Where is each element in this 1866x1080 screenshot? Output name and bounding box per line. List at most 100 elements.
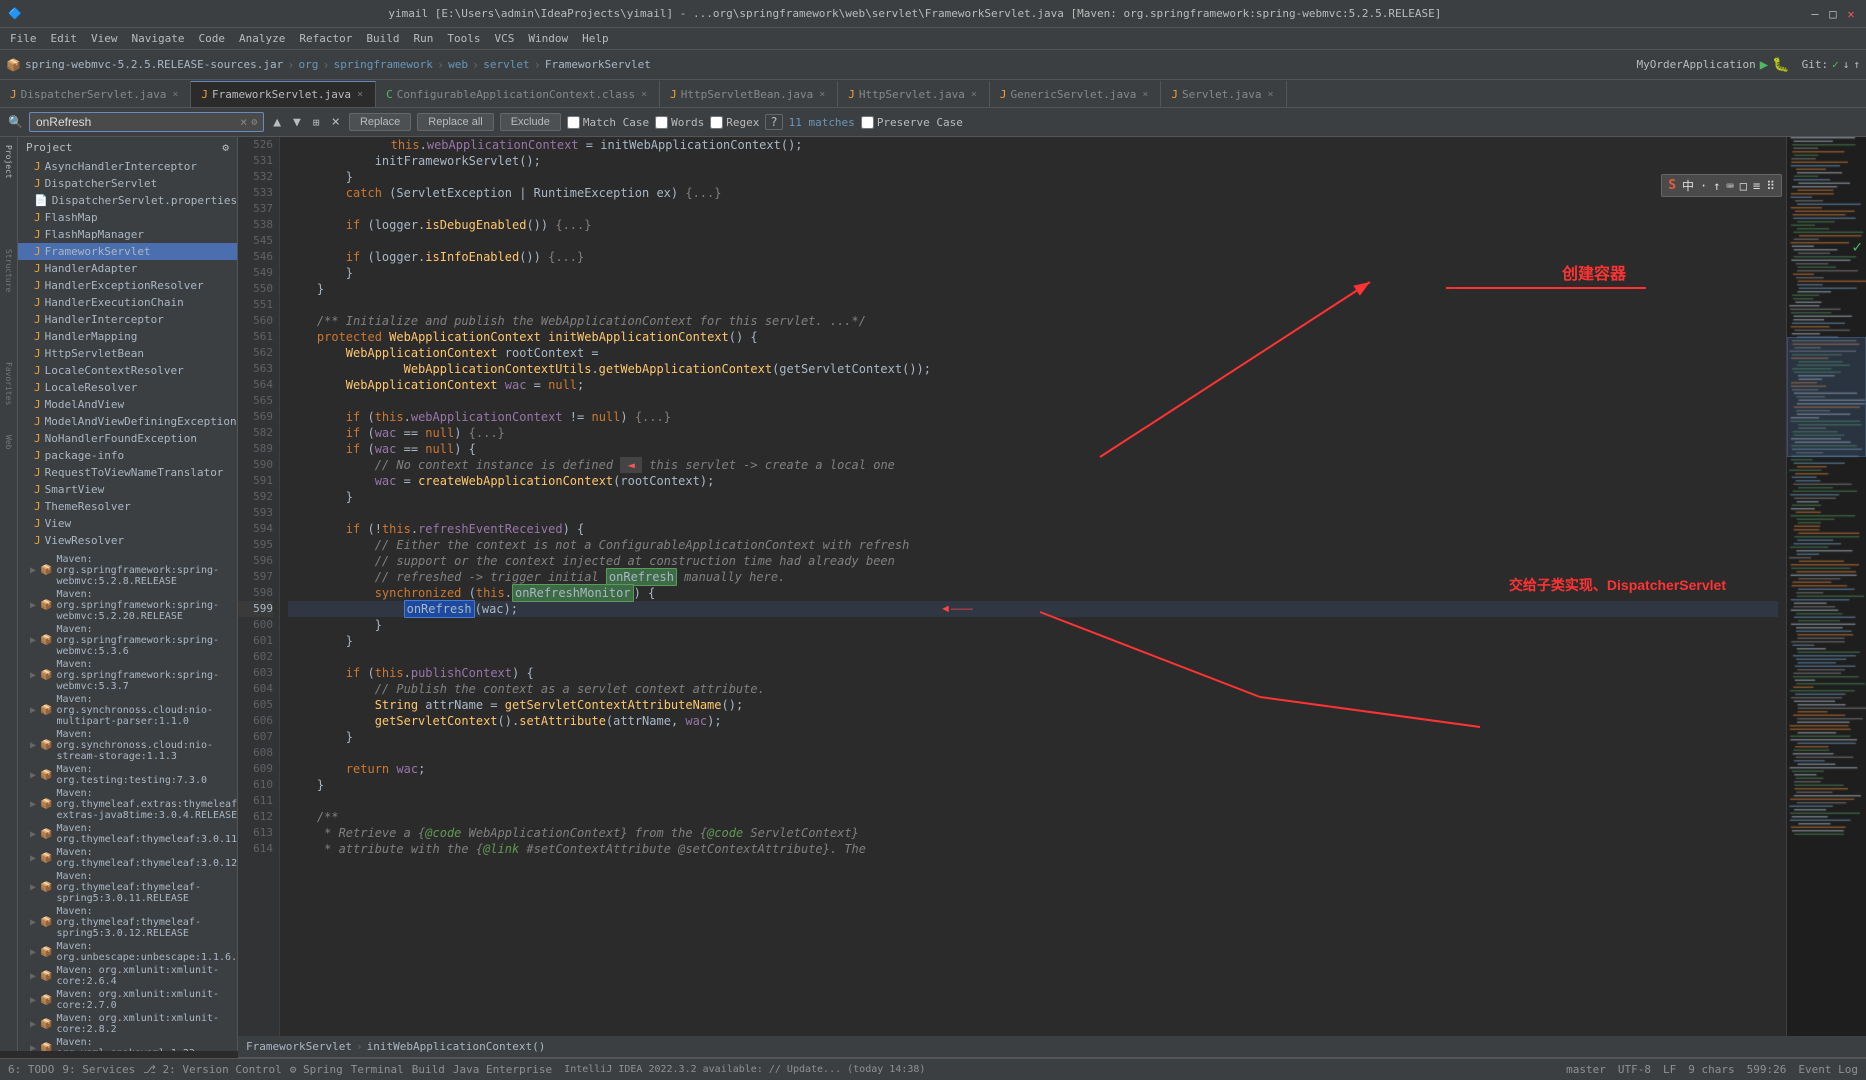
maven-xmlunit-270[interactable]: ▶ 📦 Maven: org.xmlunit:xmlunit-core:2.7.… [18, 988, 237, 1012]
status-services[interactable]: 9: Services [62, 1063, 135, 1076]
sidebar-item-view[interactable]: J View [18, 515, 237, 532]
ime-mode[interactable]: 中 [1682, 177, 1694, 194]
menu-run[interactable]: Run [407, 30, 439, 47]
sidebar-item-flashmapmanager[interactable]: J FlashMapManager [18, 226, 237, 243]
search-help-button[interactable]: ? [765, 114, 782, 130]
sidebar-item-asynchandler[interactable]: J AsyncHandlerInterceptor [18, 158, 237, 175]
code-editor[interactable]: 526 531 532 533 537 538 545 546 549 550 … [238, 137, 1866, 1051]
menu-vcs[interactable]: VCS [488, 30, 520, 47]
words-check[interactable]: Words [655, 116, 704, 129]
sidebar-item-nohandlerfound[interactable]: J NoHandlerFoundException [18, 430, 237, 447]
maven-spring-webmvc-537[interactable]: ▶ 📦 Maven: org.springframework:spring-we… [18, 658, 237, 693]
git-arrow[interactable]: ↓ [1843, 58, 1850, 71]
maven-xmlunit-282[interactable]: ▶ 📦 Maven: org.xmlunit:xmlunit-core:2.8.… [18, 1012, 237, 1036]
ime-keyboard-icon[interactable]: ⌨ [1727, 179, 1734, 193]
search-prev-button[interactable]: ▲ [270, 115, 284, 130]
run-button[interactable]: ▶ [1760, 57, 1768, 73]
match-case-check[interactable]: Match Case [567, 116, 649, 129]
tab-close-httpservletbean[interactable]: × [817, 88, 827, 101]
maximize-button[interactable]: □ [1826, 7, 1840, 21]
menu-help[interactable]: Help [576, 30, 615, 47]
search-close-button[interactable]: × [329, 114, 343, 130]
sidebar-item-handlerexceptionresolver[interactable]: J HandlerExceptionResolver [18, 277, 237, 294]
ime-box-icon[interactable]: □ [1740, 179, 1747, 193]
regex-checkbox[interactable] [710, 116, 723, 129]
maven-thymeleaf-spring5-3011[interactable]: ▶ 📦 Maven: org.thymeleaf:thymeleaf-sprin… [18, 870, 237, 905]
maven-testing[interactable]: ▶ 📦 Maven: org.testing:testing:7.3.0 [18, 763, 237, 787]
search-input[interactable] [36, 115, 236, 129]
sidebar-item-handleradapter[interactable]: J HandlerAdapter [18, 260, 237, 277]
sidebar-item-flashmap[interactable]: J FlashMap [18, 209, 237, 226]
status-idea-update[interactable]: IntelliJ IDEA 2022.3.2 available: // Upd… [564, 1064, 925, 1075]
sidebar-item-themeresolver[interactable]: J ThemeResolver [18, 498, 237, 515]
maven-spring-webmvc-528[interactable]: ▶ 📦 Maven: org.springframework:spring-we… [18, 553, 237, 588]
maven-unbescape[interactable]: ▶ 📦 Maven: org.unbescape:unbescape:1.1.6… [18, 940, 237, 964]
sidebar-item-dispatcherservletprops[interactable]: 📄 DispatcherServlet.properties [18, 192, 237, 209]
code-content[interactable]: this.webApplicationContext = initWebAppl… [280, 137, 1786, 1051]
sidebar-item-modelandview[interactable]: J ModelAndView [18, 396, 237, 413]
tab-close-genericservlet[interactable]: × [1140, 88, 1150, 101]
maven-spring-webmvc-536[interactable]: ▶ 📦 Maven: org.springframework:spring-we… [18, 623, 237, 658]
sidebar-item-smartview[interactable]: J SmartView [18, 481, 237, 498]
regex-check[interactable]: Regex [710, 116, 759, 129]
status-git-branch[interactable]: master [1566, 1063, 1606, 1076]
menu-code[interactable]: Code [192, 30, 231, 47]
path-org[interactable]: org [298, 58, 318, 71]
git-up[interactable]: ↑ [1853, 58, 1860, 71]
breadcrumb-file[interactable]: FrameworkServlet [246, 1040, 352, 1053]
sidebar-item-handlermapping[interactable]: J HandlerMapping [18, 328, 237, 345]
ime-up-icon[interactable]: ↑ [1713, 179, 1720, 193]
project-icon[interactable]: Project [4, 141, 13, 183]
menu-analyze[interactable]: Analyze [233, 30, 291, 47]
maven-spring-webmvc-5220[interactable]: ▶ 📦 Maven: org.springframework:spring-we… [18, 588, 237, 623]
sidebar-item-localecontextresolver[interactable]: J LocaleContextResolver [18, 362, 237, 379]
tab-httpservlet[interactable]: J HttpServlet.java × [838, 81, 990, 107]
minimap-viewport[interactable] [1787, 337, 1866, 457]
tab-dispatcherservlet[interactable]: J DispatcherServlet.java × [0, 81, 191, 107]
tab-httpservletbean[interactable]: J HttpServletBean.java × [660, 81, 838, 107]
sidebar-item-localeresolver[interactable]: J LocaleResolver [18, 379, 237, 396]
sidebar-item-handlerexecutionchain[interactable]: J HandlerExecutionChain [18, 294, 237, 311]
maven-thymeleaf-extras[interactable]: ▶ 📦 Maven: org.thymeleaf.extras:thymelea… [18, 787, 237, 822]
replace-all-button[interactable]: Replace all [417, 113, 493, 131]
menu-tools[interactable]: Tools [441, 30, 486, 47]
status-lf[interactable]: LF [1663, 1063, 1676, 1076]
sidebar-item-handlerinterceptor[interactable]: J HandlerInterceptor [18, 311, 237, 328]
tab-close-servlet[interactable]: × [1266, 88, 1276, 101]
maven-synchronoss-nio-stream[interactable]: ▶ 📦 Maven: org.synchronoss.cloud:nio-str… [18, 728, 237, 763]
status-event-log[interactable]: Event Log [1798, 1063, 1858, 1076]
ime-braille-icon[interactable]: ⠿ [1766, 179, 1775, 193]
words-checkbox[interactable] [655, 116, 668, 129]
search-next-button[interactable]: ▼ [290, 115, 304, 130]
sidebar-settings-icon[interactable]: ⚙ [222, 141, 229, 154]
status-java-enterprise[interactable]: Java Enterprise [453, 1063, 552, 1076]
path-web[interactable]: web [448, 58, 468, 71]
status-spring[interactable]: ⚙ Spring [290, 1063, 343, 1076]
web-icon[interactable]: Web [4, 431, 13, 453]
sidebar-item-packageinfo[interactable]: J package-info [18, 447, 237, 464]
maven-yaml-123[interactable]: ▶ 📦 Maven: org.yaml:snakeyaml:1.23 [18, 1036, 237, 1051]
sidebar-item-frameworkservlet[interactable]: J FrameworkServlet [18, 243, 237, 260]
tab-servlet[interactable]: J Servlet.java × [1161, 81, 1286, 107]
maven-synchronoss-nio-multi[interactable]: ▶ 📦 Maven: org.synchronoss.cloud:nio-mul… [18, 693, 237, 728]
close-button[interactable]: ✕ [1844, 7, 1858, 21]
maven-thymeleaf-3012[interactable]: ▶ 📦 Maven: org.thymeleaf:thymeleaf:3.0.1… [18, 846, 237, 870]
sidebar-item-requesttoviewnametranslator[interactable]: J RequestToViewNameTranslator [18, 464, 237, 481]
tab-close-configurable[interactable]: × [639, 88, 649, 101]
tab-genericservlet[interactable]: J GenericServlet.java × [990, 81, 1162, 107]
minimap[interactable]: ✓ [1786, 137, 1866, 1051]
status-version-control[interactable]: ⎇ 2: Version Control [143, 1063, 282, 1076]
search-clear-button[interactable]: × [240, 115, 247, 129]
status-line[interactable]: 599:26 [1747, 1063, 1787, 1076]
sidebar-item-dispatcherservlet[interactable]: J DispatcherServlet [18, 175, 237, 192]
tab-close-httpservlet[interactable]: × [969, 88, 979, 101]
sidebar-item-viewresolver[interactable]: J ViewResolver [18, 532, 237, 549]
status-terminal[interactable]: Terminal [351, 1063, 404, 1076]
structure-icon[interactable]: Structure [4, 245, 13, 296]
ime-dot[interactable]: · [1700, 179, 1707, 193]
preserve-case-check[interactable]: Preserve Case [861, 116, 963, 129]
tab-close-framework[interactable]: × [355, 88, 365, 101]
maven-thymeleaf-spring5-3012[interactable]: ▶ 📦 Maven: org.thymeleaf:thymeleaf-sprin… [18, 905, 237, 940]
menu-edit[interactable]: Edit [45, 30, 84, 47]
debug-button[interactable]: 🐛 [1772, 57, 1789, 73]
